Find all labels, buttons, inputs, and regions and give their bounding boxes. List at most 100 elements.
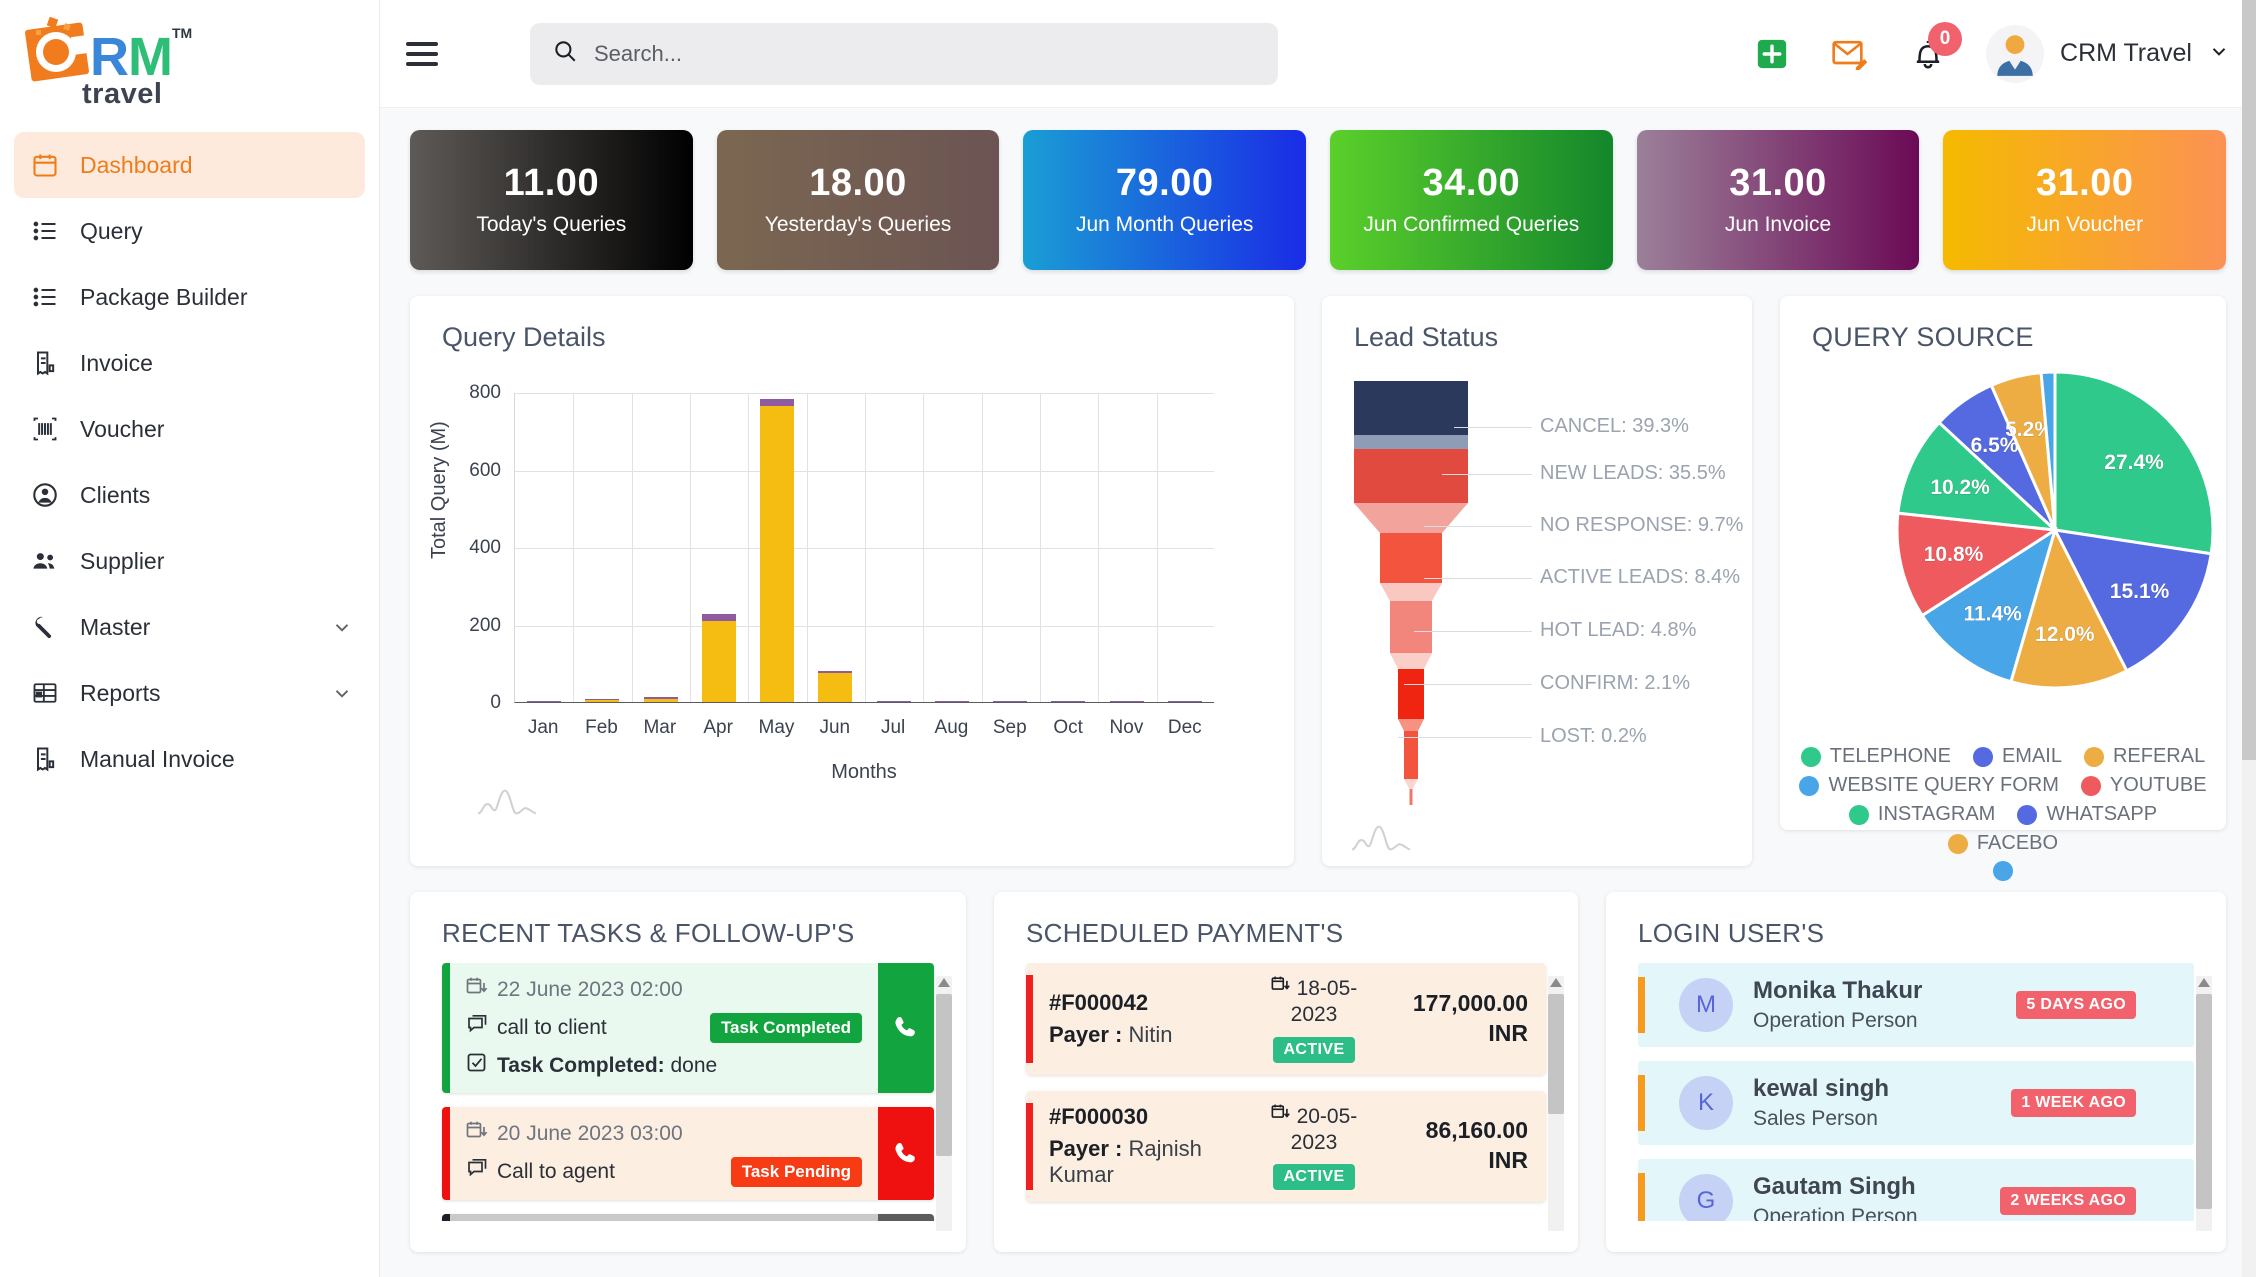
legend-swatch-icon: [1848, 804, 1869, 825]
sidebar-item-manual-invoice[interactable]: Manual Invoice: [0, 726, 379, 792]
chart-bar-Oct[interactable]: [1039, 393, 1097, 702]
task-call-button[interactable]: [878, 1214, 934, 1221]
pie-legend-item-extra[interactable]: [1788, 861, 2218, 881]
pie-slice-value-5: 10.2%: [1930, 476, 1990, 499]
sidebar-item-label: Supplier: [80, 547, 165, 574]
task-body: 22 June 2023 02:00 call to client Task Com…: [450, 963, 878, 1093]
stat-card-2[interactable]: 79.00 Jun Month Queries: [1023, 130, 1307, 270]
task-call-button[interactable]: [878, 1107, 934, 1200]
chevron-down-icon[interactable]: [331, 682, 353, 704]
chart-bar-Apr[interactable]: [690, 393, 748, 702]
sidebar-item-dashboard[interactable]: Dashboard: [14, 132, 365, 198]
page-scrollbar[interactable]: [2242, 0, 2256, 1277]
login-users-scrollbar[interactable]: [2196, 976, 2212, 1231]
legend-label: YOUTUBE: [2109, 774, 2207, 796]
sidebar-item-master[interactable]: Master: [0, 594, 379, 660]
task-desc: Call to agent: [466, 1158, 615, 1186]
task-item[interactable]: 20 June 2023 03:00 Call to agent Task Pend…: [442, 1107, 934, 1200]
chart-y-tick: 600: [469, 459, 501, 481]
stat-value: 34.00: [1422, 162, 1521, 205]
chart-y-tick: 0: [490, 692, 501, 713]
login-users-title: LOGIN USER'S: [1638, 918, 1825, 948]
recent-tasks-scrollbar[interactable]: [936, 976, 952, 1231]
stat-card-4[interactable]: 31.00 Jun Invoice: [1636, 130, 1920, 270]
user-avatar-initial: G: [1679, 1174, 1733, 1221]
brand-logo[interactable]: R M TM travel: [0, 14, 379, 122]
chart-bar-Jul[interactable]: [865, 393, 923, 702]
compose-mail-icon[interactable]: [1830, 34, 1870, 74]
scheduled-payments-scrollbar[interactable]: [1548, 976, 1564, 1231]
pie-slice-value-1: 15.1%: [2110, 580, 2170, 603]
login-user-item[interactable]: G Gautam Singh Operation Person 2 WEEKS AGO: [1638, 1159, 2194, 1221]
chart-watermark-icon: [476, 787, 538, 823]
pie-legend-item-whatsapp[interactable]: WHATSAPP: [2017, 803, 2157, 826]
task-item[interactable]: 31 May 2023 09:15: [442, 1214, 934, 1221]
dashboard-content: 11.00 Today's Queries 18.00 Yesterday's Que…: [380, 108, 2256, 1277]
task-status-badge: Task Completed: [709, 1013, 862, 1043]
stat-card-0[interactable]: 11.00 Today's Queries: [410, 130, 693, 270]
funnel-leader-line: [1424, 526, 1532, 527]
pie-legend-item-website-query-form[interactable]: WEBSITE QUERY FORM: [1799, 774, 2059, 797]
task-desc-row: call to client Task Completed: [466, 1013, 862, 1043]
calendar-down-icon: [1271, 976, 1291, 1000]
task-item[interactable]: 22 June 2023 02:00 call to client Task Com…: [442, 963, 934, 1093]
payment-item[interactable]: #F000030 Payer : Rajnish Kumar 20-05-2023…: [1026, 1090, 1546, 1202]
sidebar-item-reports[interactable]: Reports: [0, 660, 379, 726]
payment-info: #F000042 Payer : Nitin: [1049, 990, 1250, 1048]
sidebar-item-supplier[interactable]: Supplier: [0, 528, 379, 594]
chart-bar-Mar[interactable]: [632, 393, 690, 702]
chart-bar-Nov[interactable]: [1098, 393, 1156, 702]
task-desc-row: Call to agent Task Pending: [466, 1157, 862, 1187]
funnel-leader-line: [1442, 474, 1532, 475]
add-new-button[interactable]: [1752, 34, 1792, 74]
funnel-label-active-leads: ACTIVE LEADS: 8.4%: [1540, 566, 1741, 588]
task-call-button[interactable]: [878, 963, 934, 1093]
chart-x-tick: Nov: [1109, 717, 1144, 738]
scheduled-payments-panel: SCHEDULED PAYMENT'S #F000042 Payer : Niti…: [994, 892, 1578, 1252]
login-user-item[interactable]: M Monika Thakur Operation Person 5 DAYS AGO: [1638, 963, 2194, 1047]
stat-card-1[interactable]: 18.00 Yesterday's Queries: [716, 130, 1000, 270]
pie-legend-item-youtube[interactable]: YOUTUBE: [2080, 774, 2207, 797]
stat-card-3[interactable]: 34.00 Jun Confirmed Queries: [1330, 130, 1613, 270]
pie-slice-value-4: 10.8%: [1924, 543, 1984, 566]
payment-id: #F000042: [1049, 989, 1149, 1015]
chart-x-tick: Apr: [703, 717, 733, 738]
funnel-leader-line: [1454, 427, 1532, 428]
recent-tasks-panel: RECENT TASKS & FOLLOW-UP'S 22 June 2023 …: [410, 892, 966, 1252]
payment-date: 18-05-2023: [1250, 975, 1378, 1029]
notifications-bell-icon[interactable]: 0: [1908, 21, 1963, 74]
chart-bar-Jun[interactable]: [806, 393, 864, 702]
search-box[interactable]: [530, 22, 1278, 85]
sidebar-item-invoice[interactable]: Invoice: [0, 330, 379, 396]
user-last-login-badge: 1 WEEK AGO: [2011, 1089, 2136, 1117]
stat-card-5[interactable]: 31.00 Jun Voucher: [1943, 130, 2227, 270]
payment-item[interactable]: #F000042 Payer : Nitin 18-05-2023 ACTIVE 17…: [1026, 963, 1546, 1075]
legend-label: FACEBO: [1976, 832, 2059, 854]
chart-bar-Aug[interactable]: [923, 393, 981, 702]
user-info: Gautam Singh Operation Person: [1753, 1173, 1980, 1221]
user-last-login-badge: 2 WEEKS AGO: [2000, 1187, 2136, 1215]
pie-legend-item-instagram[interactable]: INSTAGRAM: [1848, 803, 1995, 826]
chart-bar-Feb[interactable]: [573, 393, 631, 702]
chart-bar-May[interactable]: [748, 393, 806, 702]
login-user-item[interactable]: Kkewal singh Sales Person 1 WEEK AGO: [1638, 1061, 2194, 1145]
list-icon: [30, 282, 60, 312]
sidebar-item-package-builder[interactable]: Package Builder: [0, 264, 379, 330]
chart-bar-Sep[interactable]: [981, 393, 1039, 702]
stat-label: Yesterday's Queries: [764, 212, 952, 236]
sidebar-item-clients[interactable]: Clients: [0, 462, 379, 528]
menu-toggle-icon[interactable]: [406, 34, 446, 74]
chart-bar-Jan[interactable]: [515, 393, 573, 702]
user-menu[interactable]: CRM Travel: [1986, 24, 2230, 83]
sidebar-item-voucher[interactable]: Voucher: [0, 396, 379, 462]
chart-bars: [515, 393, 1214, 702]
pie-legend-item-facebo[interactable]: FACEBO: [1947, 832, 2059, 855]
legend-swatch-icon: [2017, 804, 2038, 825]
chart-bar-Dec[interactable]: [1156, 393, 1214, 702]
pie-slice-value-0: 27.4%: [2104, 451, 2164, 474]
search-input[interactable]: [594, 40, 1256, 67]
chevron-down-icon[interactable]: [331, 616, 353, 638]
chart-x-tick: Feb: [585, 717, 618, 738]
query-source-panel: QUERY SOURCE 27.4% 15.1% 12.0% 11.4% 10.8% 10…: [1780, 296, 2226, 881]
sidebar-item-query[interactable]: Query: [0, 198, 379, 264]
